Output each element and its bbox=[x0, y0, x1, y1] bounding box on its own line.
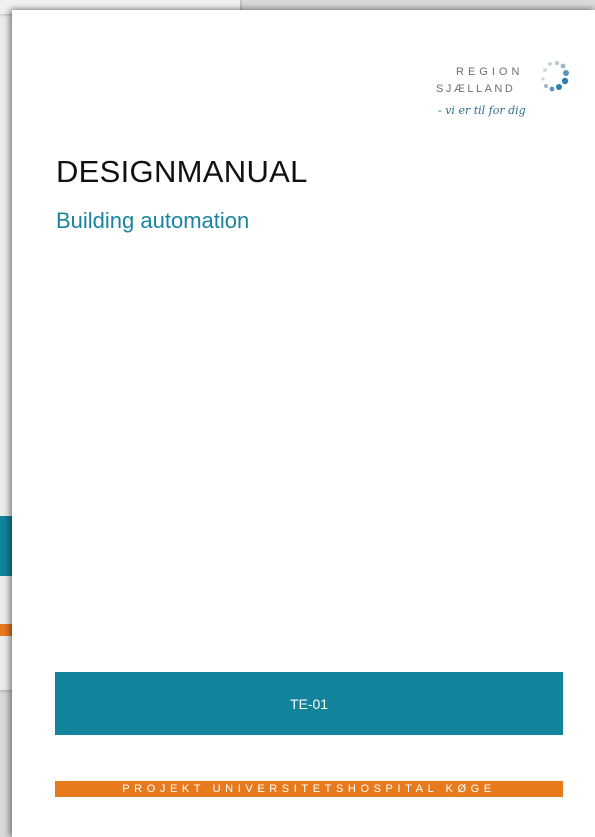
cover-page: REGION SJÆLLAND - vi er til for dig DESI… bbox=[12, 10, 595, 837]
project-name-band: PROJEKT UNIVERSITETSHOSPITAL KØGE bbox=[55, 781, 563, 797]
document-code: TE-01 bbox=[289, 695, 329, 712]
document-title: DESIGNMANUAL bbox=[56, 154, 308, 189]
logo-dots-icon bbox=[541, 60, 569, 92]
logo-text-sjaelland: SJÆLLAND bbox=[436, 83, 516, 95]
region-sjaelland-logo: REGION SJÆLLAND - vi er til for dig bbox=[422, 50, 572, 130]
document-subtitle: Building automation bbox=[56, 208, 250, 233]
document-stack: REGION SJÆLLAND - vi er til for dig DESI… bbox=[0, 0, 595, 837]
logo-tagline: - vi er til for dig bbox=[438, 104, 526, 117]
logo-text-region: REGION bbox=[456, 66, 524, 78]
project-name: PROJEKT UNIVERSITETSHOSPITAL KØGE bbox=[122, 783, 496, 795]
document-code-band: TE-01 bbox=[55, 672, 563, 735]
